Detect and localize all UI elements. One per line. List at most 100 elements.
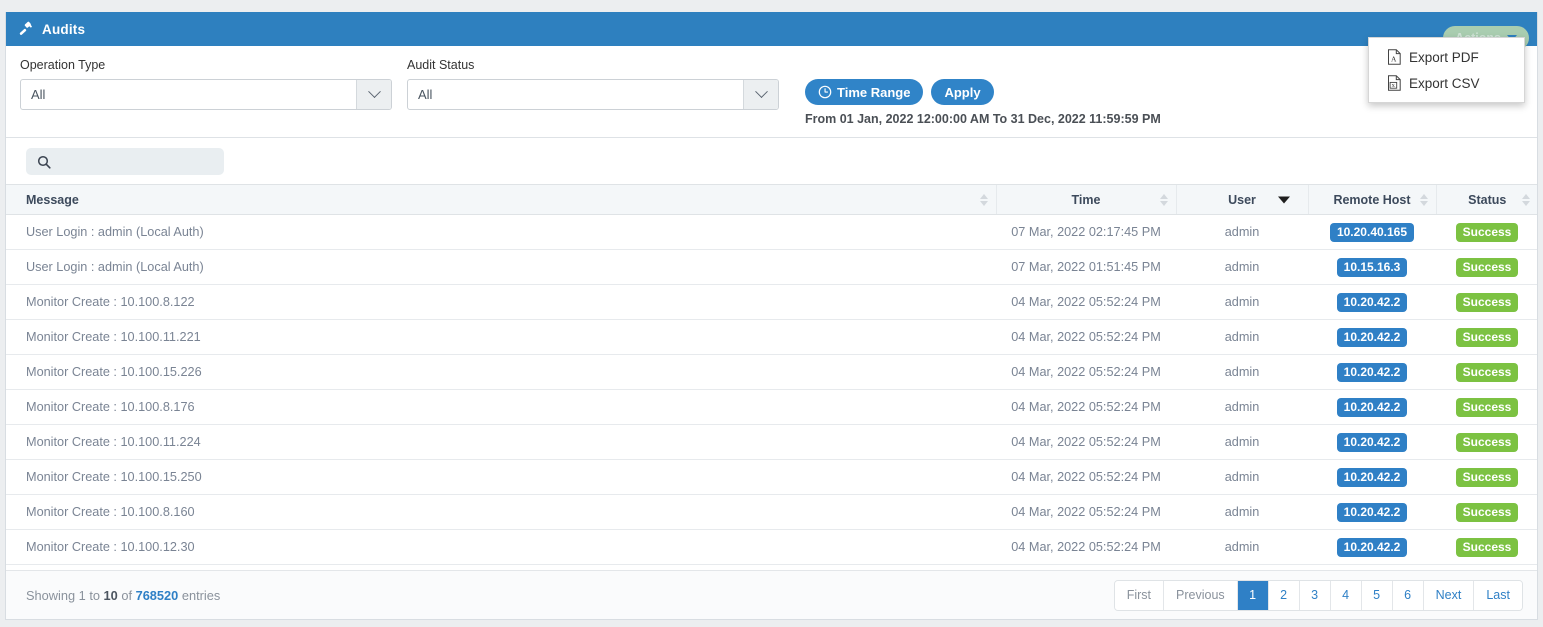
pagination-1[interactable]: 1 xyxy=(1237,580,1269,610)
cell-message: Monitor Create : 10.100.12.30 xyxy=(6,529,996,565)
table-body: User Login : admin (Local Auth) 07 Mar, 2… xyxy=(6,214,1537,565)
audit-status-value: All xyxy=(418,87,433,102)
export-pdf-menu-item[interactable]: A Export PDF xyxy=(1369,44,1524,70)
status-badge: Success xyxy=(1455,257,1519,277)
table-row[interactable]: Monitor Create : 10.100.8.160 04 Mar, 202… xyxy=(6,494,1537,530)
cell-user: admin xyxy=(1176,389,1308,425)
table-row[interactable]: Monitor Create : 10.100.11.224 04 Mar, 20… xyxy=(6,424,1537,460)
operation-type-field: Operation Type All xyxy=(20,58,392,110)
pagination: First Previous 1 2 3 4 5 6 Next Last xyxy=(1113,579,1523,611)
operation-type-select[interactable]: All xyxy=(20,79,392,110)
cell-remote-host: 10.20.42.2 xyxy=(1308,529,1436,565)
cell-message: Monitor Create : 10.100.11.224 xyxy=(6,424,996,460)
table-row[interactable]: Monitor Create : 10.100.11.221 04 Mar, 20… xyxy=(6,319,1537,355)
cell-time: 04 Mar, 2022 05:52:24 PM xyxy=(996,529,1176,565)
sort-icon[interactable] xyxy=(979,193,988,206)
cell-user: admin xyxy=(1176,249,1308,285)
card-header: Audits Actions xyxy=(6,12,1537,50)
sort-icon[interactable] xyxy=(1159,193,1168,206)
cell-status: Success xyxy=(1436,424,1537,460)
showing-mid: of xyxy=(117,587,136,603)
search-input[interactable] xyxy=(59,154,209,169)
table-row[interactable]: Monitor Create : 10.100.15.250 04 Mar, 20… xyxy=(6,459,1537,495)
cell-status: Success xyxy=(1436,319,1537,355)
table-row[interactable]: Monitor Create : 10.100.8.122 04 Mar, 202… xyxy=(6,284,1537,320)
cell-user: admin xyxy=(1176,354,1308,390)
table-row[interactable]: Monitor Create : 10.100.8.176 04 Mar, 202… xyxy=(6,389,1537,425)
cell-status: Success xyxy=(1436,389,1537,425)
cell-status: Success xyxy=(1436,284,1537,320)
apply-button[interactable]: Apply xyxy=(931,79,994,105)
column-header-status[interactable]: Status xyxy=(1435,184,1537,215)
column-header-status-label: Status xyxy=(1468,192,1507,207)
cell-user: admin xyxy=(1176,459,1308,495)
pagination-5[interactable]: 5 xyxy=(1361,580,1393,610)
column-header-message[interactable]: Message xyxy=(6,184,996,215)
column-header-user-label: User xyxy=(1228,192,1256,207)
remote-host-badge: 10.20.42.2 xyxy=(1336,397,1408,417)
pagination-2[interactable]: 2 xyxy=(1268,580,1300,610)
remote-host-badge: 10.20.42.2 xyxy=(1336,362,1408,382)
page-title: Audits xyxy=(42,21,86,37)
column-header-remote-host[interactable]: Remote Host xyxy=(1307,184,1436,215)
cell-time: 04 Mar, 2022 05:52:24 PM xyxy=(996,319,1176,355)
pagination-4[interactable]: 4 xyxy=(1330,580,1362,610)
sort-icon[interactable] xyxy=(1522,193,1530,206)
sort-icon[interactable] xyxy=(1419,193,1428,206)
cell-time: 04 Mar, 2022 05:52:24 PM xyxy=(996,459,1176,495)
cell-remote-host: 10.20.42.2 xyxy=(1308,494,1436,530)
cell-time: 07 Mar, 2022 02:17:45 PM xyxy=(996,214,1176,250)
audit-status-label: Audit Status xyxy=(407,58,475,72)
cell-message: Monitor Create : 10.100.8.160 xyxy=(6,494,996,530)
chevron-down-icon xyxy=(367,85,381,99)
remote-host-badge: 10.20.42.2 xyxy=(1336,467,1408,487)
gavel-icon xyxy=(18,21,34,37)
cell-time: 04 Mar, 2022 05:52:24 PM xyxy=(996,424,1176,460)
cell-status: Success xyxy=(1436,249,1537,285)
cell-status: Success xyxy=(1436,529,1537,565)
status-badge: Success xyxy=(1455,292,1519,312)
column-header-time[interactable]: Time xyxy=(995,184,1176,215)
cell-remote-host: 10.20.40.165 xyxy=(1308,214,1436,250)
pagination-next[interactable]: Next xyxy=(1423,580,1475,610)
cell-remote-host: 10.20.42.2 xyxy=(1308,459,1436,495)
remote-host-badge: 10.20.42.2 xyxy=(1336,292,1408,312)
filter-bar: Operation Type All Audit Status All Time… xyxy=(6,46,1537,138)
cell-remote-host: 10.20.42.2 xyxy=(1308,284,1436,320)
pagination-first: First xyxy=(1114,580,1165,610)
cell-time: 04 Mar, 2022 05:52:24 PM xyxy=(996,354,1176,390)
audit-status-select[interactable]: All xyxy=(407,79,779,110)
cell-user: admin xyxy=(1176,494,1308,530)
time-range-group: Time Range Apply From 01 Jan, 2022 12:00… xyxy=(805,58,1161,126)
cell-remote-host: 10.20.42.2 xyxy=(1308,319,1436,355)
operation-type-dropdown-arrow[interactable] xyxy=(356,80,391,109)
clock-icon xyxy=(818,85,832,99)
pagination-6[interactable]: 6 xyxy=(1392,580,1424,610)
export-csv-menu-item[interactable]: x Export CSV xyxy=(1369,70,1524,96)
status-badge: Success xyxy=(1455,432,1519,452)
sort-desc-active-icon[interactable] xyxy=(1277,196,1290,203)
table-row[interactable]: Monitor Create : 10.100.15.226 04 Mar, 20… xyxy=(6,354,1537,390)
table-header-row: Message Time User Remote Host Status xyxy=(6,184,1537,215)
cell-user: admin xyxy=(1176,319,1308,355)
time-range-button[interactable]: Time Range xyxy=(805,79,924,105)
column-header-message-label: Message xyxy=(26,192,79,207)
cell-message: Monitor Create : 10.100.15.226 xyxy=(6,354,996,390)
audit-status-dropdown-arrow[interactable] xyxy=(743,80,778,109)
pagination-last[interactable]: Last xyxy=(1474,580,1522,610)
table-row[interactable]: User Login : admin (Local Auth) 07 Mar, 2… xyxy=(6,214,1537,250)
showing-suffix: entries xyxy=(178,587,221,603)
audits-table-container: Message Time User Remote Host Status Use… xyxy=(6,184,1537,570)
cell-user: admin xyxy=(1176,424,1308,460)
cell-remote-host: 10.20.42.2 xyxy=(1308,354,1436,390)
table-row[interactable]: Monitor Create : 10.100.12.30 04 Mar, 202… xyxy=(6,529,1537,565)
cell-message: Monitor Create : 10.100.15.250 xyxy=(6,459,996,495)
cell-remote-host: 10.20.42.2 xyxy=(1308,389,1436,425)
status-badge: Success xyxy=(1455,467,1519,487)
column-header-user[interactable]: User xyxy=(1175,184,1308,215)
actions-dropdown-menu: A Export PDF x Export CSV xyxy=(1368,37,1525,103)
table-row[interactable]: User Login : admin (Local Auth) 07 Mar, 2… xyxy=(6,249,1537,285)
pagination-3[interactable]: 3 xyxy=(1299,580,1331,610)
search-box[interactable] xyxy=(26,148,224,175)
cell-user: admin xyxy=(1176,214,1308,250)
